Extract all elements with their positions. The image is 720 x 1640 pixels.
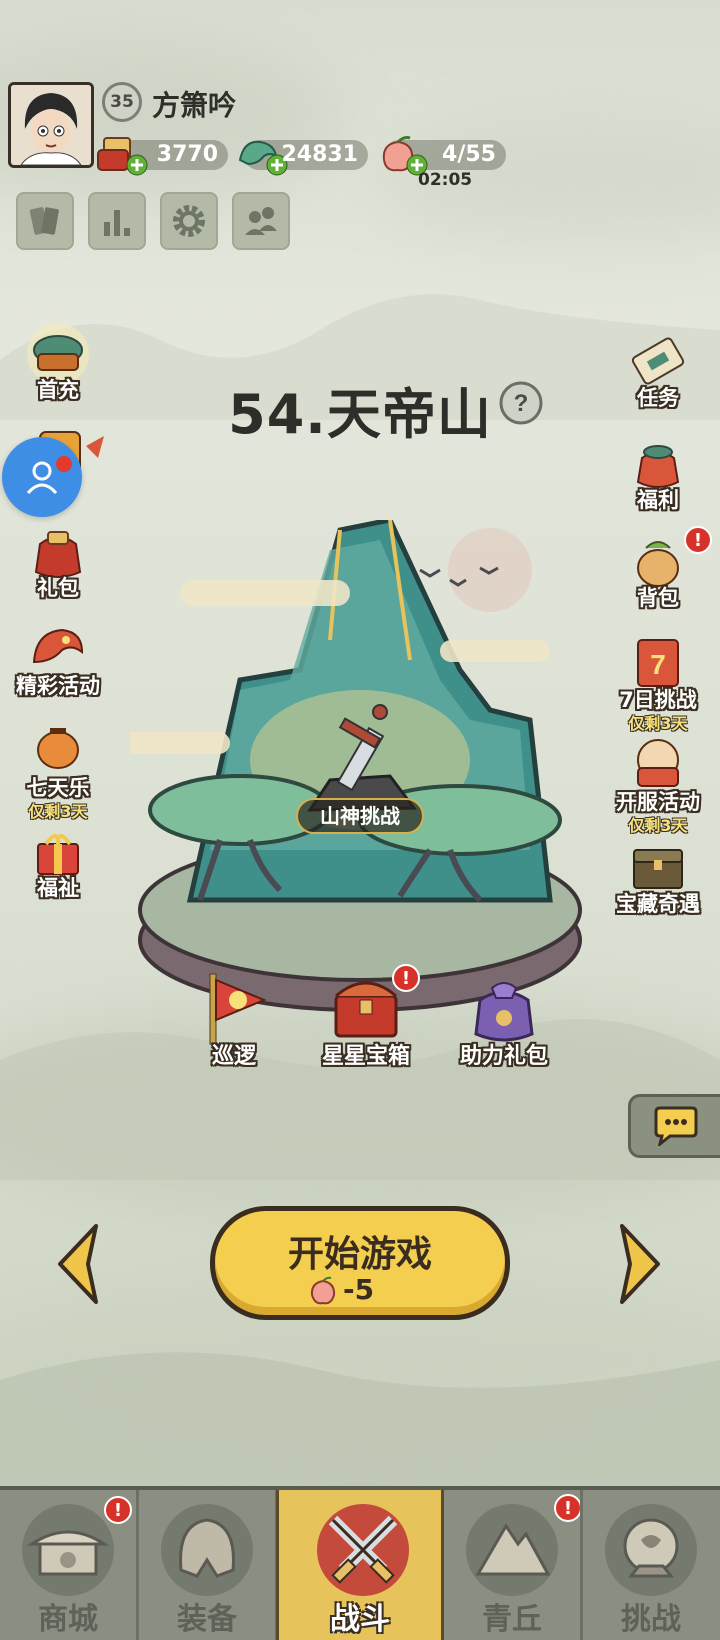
shop-pavilion-icon xyxy=(27,1530,109,1576)
stamina-timer: 02:05 xyxy=(418,170,473,190)
previous-stage-arrow[interactable] xyxy=(54,1222,104,1306)
mountain-god-challenge-label[interactable]: 山神挑战 xyxy=(296,798,424,834)
bar-ranking-icon xyxy=(104,210,130,236)
player-level-badge: 35 xyxy=(102,82,142,122)
svg-text:7: 7 xyxy=(650,649,666,680)
floating-notification-dot xyxy=(56,456,72,472)
cards-button[interactable] xyxy=(16,192,74,250)
patrol-button[interactable]: 巡逻 xyxy=(174,970,294,1080)
avatar-portrait-icon xyxy=(11,85,91,165)
start-game-button[interactable]: 开始游戏 -5 xyxy=(210,1206,510,1320)
menu-label: 礼包 xyxy=(37,576,79,600)
tab-challenge[interactable]: 挑战 xyxy=(583,1490,719,1640)
stamina-value: 4/55 xyxy=(442,142,496,167)
support-gift-button[interactable]: 助力礼包 xyxy=(444,970,564,1080)
next-stage-arrow[interactable] xyxy=(614,1222,664,1306)
friends-button[interactable] xyxy=(232,192,290,250)
stage-title: 54.天帝山 xyxy=(228,383,492,446)
chat-button[interactable] xyxy=(628,1094,720,1158)
menu-label: 福利 xyxy=(637,488,679,512)
gold-resource[interactable]: 3770 xyxy=(97,137,228,176)
menu-sublabel: 仅剩3天 xyxy=(628,714,688,733)
svg-text:?: ? xyxy=(514,390,529,417)
menu-sublabel: 仅剩3天 xyxy=(628,816,688,835)
chat-bubble-icon xyxy=(654,1106,697,1146)
backpack-alert-badge: ! xyxy=(684,526,712,554)
crystal-orb-icon xyxy=(623,1518,679,1578)
tab-battle[interactable]: 战斗 xyxy=(276,1490,444,1640)
menu-events[interactable]: 精彩活动 xyxy=(8,618,108,708)
tab-label: 战斗 xyxy=(330,1602,390,1637)
bottom-navigation: 商城 ! 装备 战斗 青丘 ! 挑战 xyxy=(0,1486,720,1640)
peach-cost-icon xyxy=(310,1276,336,1305)
settings-button[interactable] xyxy=(160,192,218,250)
gold-value: 3770 xyxy=(156,142,218,167)
menu-sublabel: 仅剩3天 xyxy=(28,802,88,821)
menu-label: 精彩活动 xyxy=(16,674,100,698)
support-gift-label: 助力礼包 xyxy=(459,1044,548,1069)
qingqiu-alert-badge: ! xyxy=(554,1494,582,1522)
cards-icon xyxy=(29,207,59,235)
menu-server-open[interactable]: 开服活动 仅剩3天 xyxy=(608,734,708,835)
player-level: 35 xyxy=(110,92,134,112)
shop-alert-badge: ! xyxy=(104,1496,132,1524)
menu-welfare[interactable]: 福祉 xyxy=(8,820,108,910)
patrol-label: 巡逻 xyxy=(211,1044,256,1069)
tab-label: 装备 xyxy=(177,1602,237,1637)
floating-user-button[interactable] xyxy=(2,437,82,517)
player-avatar[interactable] xyxy=(8,82,94,168)
helmet-icon xyxy=(179,1518,235,1578)
menu-label: 福祉 xyxy=(37,876,79,900)
menu-gift-pack[interactable]: 礼包 xyxy=(8,520,108,610)
friends-icon xyxy=(245,207,277,235)
stamina-resource[interactable]: 4/55 xyxy=(382,136,506,176)
menu-label: 背包 xyxy=(637,586,679,610)
menu-label: 宝藏奇遇 xyxy=(616,892,700,916)
jade-resource[interactable]: 24831 xyxy=(238,140,368,176)
mountain-peak-icon xyxy=(475,1523,551,1576)
start-game-label: 开始游戏 xyxy=(287,1234,432,1275)
gear-icon xyxy=(173,205,205,237)
menu-treasure[interactable]: 宝藏奇遇 xyxy=(608,836,708,926)
crossed-swords-icon xyxy=(328,1515,398,1584)
star-chest-alert-badge: ! xyxy=(392,964,420,992)
tab-label: 青丘 xyxy=(482,1602,542,1637)
menu-seven-day-joy[interactable]: 七天乐 仅剩3天 xyxy=(8,720,108,821)
tab-label: 挑战 xyxy=(621,1602,681,1637)
jade-value: 24831 xyxy=(281,142,358,167)
start-cost: -5 xyxy=(343,1273,375,1306)
ranking-button[interactable] xyxy=(88,192,146,250)
help-icon[interactable]: ? xyxy=(498,380,544,426)
menu-seven-day-challenge[interactable]: 7 7日挑战 仅剩3天 xyxy=(608,632,708,733)
tab-label: 商城 xyxy=(38,1602,98,1637)
tab-equipment[interactable]: 装备 xyxy=(139,1490,275,1640)
player-name: 方箫吟 xyxy=(152,89,237,122)
add-gold-icon[interactable] xyxy=(126,154,148,176)
star-chest-label: 星星宝箱 xyxy=(321,1044,410,1069)
